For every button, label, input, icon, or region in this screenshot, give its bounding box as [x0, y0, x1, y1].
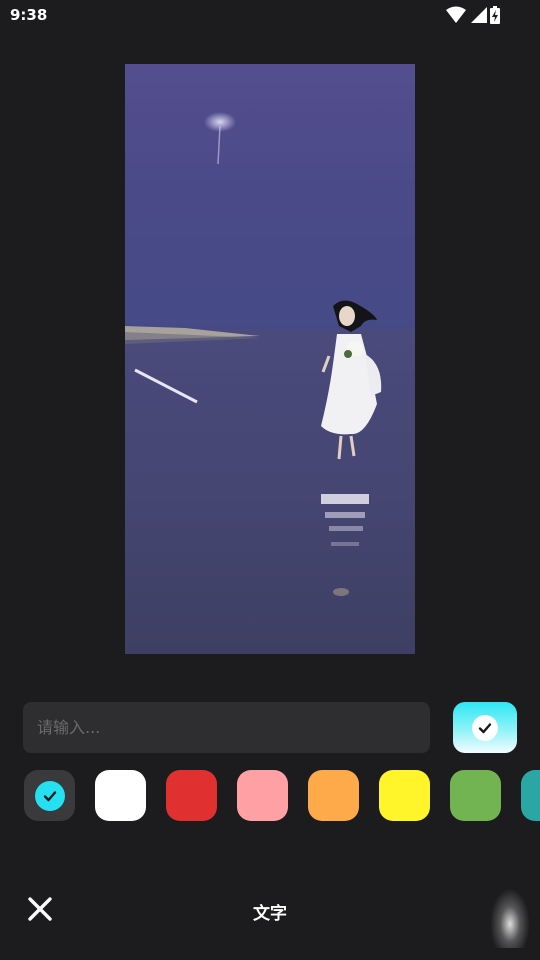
color-swatch-teal[interactable]	[521, 770, 540, 821]
photo-preview	[125, 64, 415, 654]
page-title: 文字	[253, 904, 287, 924]
corner-glow	[490, 888, 530, 948]
wifi-icon	[446, 6, 466, 23]
photo-illustration	[125, 64, 415, 654]
color-swatch-cyan[interactable]	[24, 770, 75, 821]
confirm-button[interactable]	[453, 702, 517, 753]
status-bar: 9:38	[0, 0, 540, 32]
color-swatch-green[interactable]	[450, 770, 501, 821]
color-swatch-red[interactable]	[166, 770, 217, 821]
color-palette	[0, 770, 540, 822]
check-icon	[478, 722, 492, 733]
text-input[interactable]	[23, 702, 430, 753]
color-swatch-white[interactable]	[95, 770, 146, 821]
color-swatch-pink[interactable]	[237, 770, 288, 821]
signal-icon	[471, 7, 487, 23]
selected-color-indicator	[34, 780, 65, 811]
confirm-check-circle	[472, 714, 498, 741]
status-icons	[446, 6, 506, 26]
check-icon	[43, 790, 56, 801]
status-time: 9:38	[10, 6, 48, 24]
color-swatch-yellow[interactable]	[379, 770, 430, 821]
color-swatch-orange[interactable]	[308, 770, 359, 821]
battery-charging-icon	[490, 6, 500, 24]
